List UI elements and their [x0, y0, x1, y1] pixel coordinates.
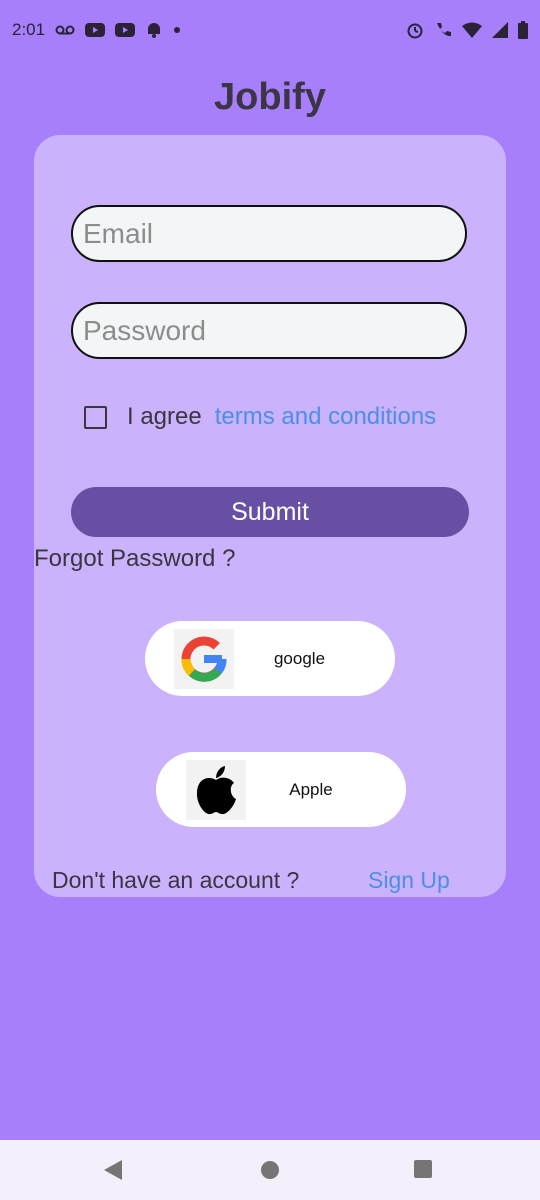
status-bar-left: 2:01 — [12, 20, 181, 40]
wifi-icon — [462, 22, 482, 38]
terms-agreement: I agree terms and conditions — [84, 403, 436, 431]
apple-signin-button[interactable]: Apple — [156, 752, 406, 827]
status-time: 2:01 — [12, 20, 46, 39]
email-input[interactable] — [71, 205, 467, 262]
signup-prompt: Don't have an account ? — [52, 867, 300, 893]
google-label: google — [273, 648, 326, 668]
signup-row: Don't have an account ? Sign Up — [52, 867, 492, 894]
youtube-icon — [85, 22, 106, 38]
agree-label: I agree — [127, 403, 202, 430]
signal-icon — [492, 22, 508, 38]
status-bar-right — [406, 21, 528, 39]
voicemail-icon — [55, 24, 75, 36]
youtube-icon — [115, 22, 136, 38]
recents-icon[interactable] — [413, 1159, 433, 1179]
forgot-password-link[interactable]: Forgot Password ? — [34, 545, 235, 573]
password-input[interactable] — [71, 302, 467, 359]
signup-link[interactable]: Sign Up — [368, 867, 450, 894]
status-bar: 2:01 — [0, 0, 540, 60]
agree-checkbox[interactable] — [84, 405, 107, 429]
notification-icon — [145, 21, 163, 39]
terms-link[interactable]: terms and conditions — [215, 403, 436, 431]
app-title: Jobify — [214, 76, 326, 118]
back-icon[interactable] — [102, 1158, 124, 1182]
google-signin-button[interactable]: google — [145, 621, 395, 696]
login-card: I agree terms and conditions Submit Forg… — [34, 135, 506, 897]
google-logo-icon — [174, 628, 234, 689]
navigation-bar — [0, 1140, 540, 1200]
submit-button[interactable]: Submit — [71, 487, 469, 537]
wifi-calling-icon — [434, 21, 452, 39]
alarm-icon — [406, 21, 424, 39]
apple-label: Apple — [289, 779, 333, 799]
apple-logo-icon — [186, 759, 246, 820]
home-icon[interactable] — [259, 1159, 281, 1181]
dot-icon — [173, 26, 181, 34]
battery-icon — [518, 21, 528, 39]
